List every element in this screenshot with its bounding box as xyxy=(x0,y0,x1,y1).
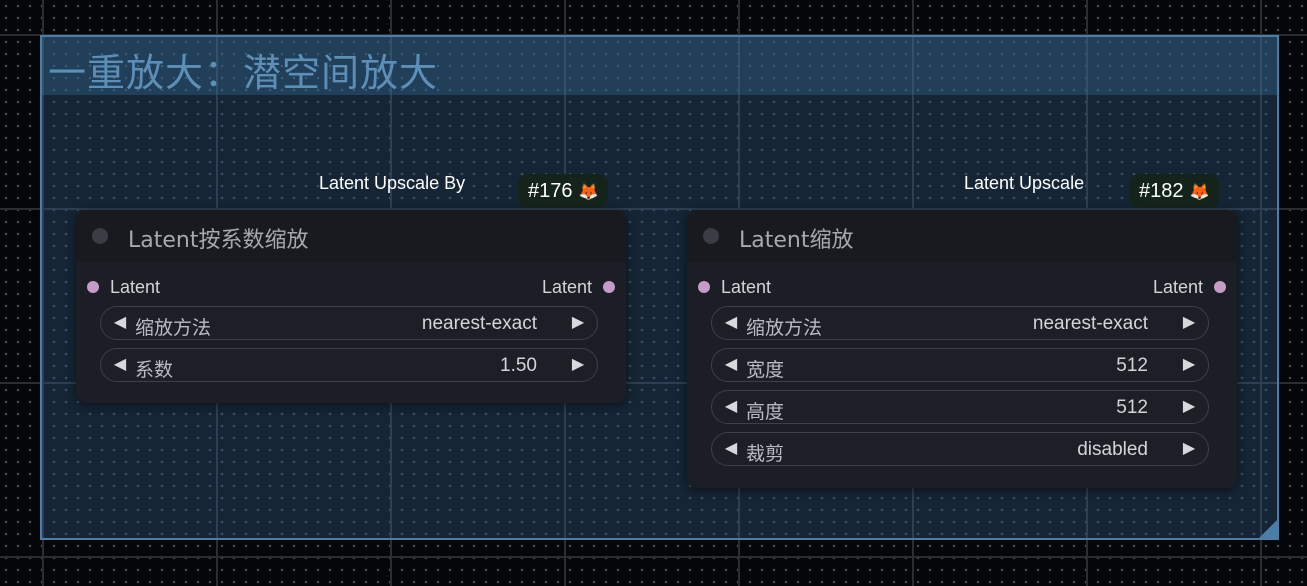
node-id-label: #182 xyxy=(1139,180,1184,202)
collapse-dot-icon[interactable] xyxy=(92,228,108,244)
collapse-dot-icon[interactable] xyxy=(703,228,719,244)
triangle-left-icon[interactable]: ◀ xyxy=(109,312,131,334)
node-title-bar[interactable]: Latent按系数缩放 xyxy=(76,210,626,262)
output-label: Latent xyxy=(1152,277,1203,297)
input-label: Latent xyxy=(110,277,161,297)
node-id-badge: #182 🦊 xyxy=(1129,174,1220,208)
widget-name: 裁剪 xyxy=(746,443,785,465)
widget-name: 宽度 xyxy=(746,359,785,381)
widget-crop[interactable]: ◀ 裁剪 disabled ▶ xyxy=(711,432,1209,466)
output-slot-icon[interactable] xyxy=(603,281,615,293)
triangle-left-icon[interactable]: ◀ xyxy=(720,354,742,376)
widget-scale-by[interactable]: ◀ 系数 1.50 ▶ xyxy=(100,348,598,382)
io-row: Latent Latent xyxy=(687,275,1237,299)
triangle-left-icon[interactable]: ◀ xyxy=(720,396,742,418)
widget-value[interactable]: nearest-exact xyxy=(1033,313,1148,335)
widget-value[interactable]: 512 xyxy=(1116,355,1148,377)
widget-value[interactable]: disabled xyxy=(1077,439,1148,461)
group-resize-handle[interactable] xyxy=(1259,520,1277,538)
io-row: Latent Latent xyxy=(76,275,626,299)
node-id-label: #176 xyxy=(528,180,573,202)
widget-name: 高度 xyxy=(746,401,785,423)
widget-name: 系数 xyxy=(135,359,174,381)
triangle-left-icon[interactable]: ◀ xyxy=(109,354,131,376)
node-latent-upscale[interactable]: Latent缩放 Latent Latent ◀ 缩放方法 nearest-ex… xyxy=(687,210,1237,488)
node-caption: Latent Upscale By xyxy=(319,173,466,193)
group-title: 一重放大：潜空间放大 xyxy=(48,51,439,95)
triangle-right-icon[interactable]: ▶ xyxy=(1178,354,1200,376)
input-slot-icon[interactable] xyxy=(698,281,710,293)
widget-width[interactable]: ◀ 宽度 512 ▶ xyxy=(711,348,1209,382)
triangle-left-icon[interactable]: ◀ xyxy=(720,312,742,334)
widget-name: 缩放方法 xyxy=(746,317,823,339)
node-id-badge: #176 🦊 xyxy=(518,174,609,208)
node-latent-upscale-by[interactable]: Latent按系数缩放 Latent Latent ◀ 缩放方法 nearest… xyxy=(76,210,626,403)
triangle-right-icon[interactable]: ▶ xyxy=(1178,396,1200,418)
widget-name: 缩放方法 xyxy=(135,317,212,339)
triangle-right-icon[interactable]: ▶ xyxy=(567,312,589,334)
triangle-left-icon[interactable]: ◀ xyxy=(720,438,742,460)
node-title: Latent按系数缩放 xyxy=(128,228,309,253)
widget-value[interactable]: 512 xyxy=(1116,397,1148,419)
output-slot-icon[interactable] xyxy=(1214,281,1226,293)
fox-face-icon: 🦊 xyxy=(1189,184,1210,201)
widget-upscale-method[interactable]: ◀ 缩放方法 nearest-exact ▶ xyxy=(100,306,598,340)
triangle-right-icon[interactable]: ▶ xyxy=(1178,312,1200,334)
fox-face-icon: 🦊 xyxy=(578,184,599,201)
triangle-right-icon[interactable]: ▶ xyxy=(567,354,589,376)
triangle-right-icon[interactable]: ▶ xyxy=(1178,438,1200,460)
widget-value[interactable]: 1.50 xyxy=(500,355,537,377)
widget-upscale-method[interactable]: ◀ 缩放方法 nearest-exact ▶ xyxy=(711,306,1209,340)
node-caption: Latent Upscale xyxy=(964,173,1085,193)
output-label: Latent xyxy=(541,277,592,297)
node-title: Latent缩放 xyxy=(739,228,854,253)
widget-height[interactable]: ◀ 高度 512 ▶ xyxy=(711,390,1209,424)
widget-value[interactable]: nearest-exact xyxy=(422,313,537,335)
input-label: Latent xyxy=(721,277,772,297)
group-header[interactable]: 一重放大：潜空间放大 xyxy=(42,37,1277,95)
input-slot-icon[interactable] xyxy=(87,281,99,293)
node-title-bar[interactable]: Latent缩放 xyxy=(687,210,1237,262)
